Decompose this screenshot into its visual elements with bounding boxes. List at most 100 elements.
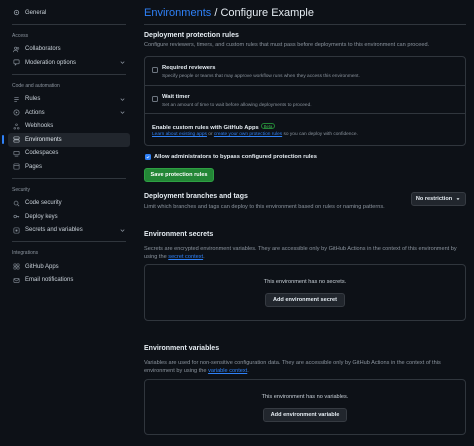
report-icon (12, 59, 20, 67)
chevron-down-icon (120, 228, 125, 232)
wait-timer-checkbox[interactable] (152, 96, 158, 102)
sidebar-item-actions[interactable]: Actions (8, 106, 130, 120)
sidebar-item-label: Webhooks (25, 123, 54, 130)
key-icon (12, 213, 20, 221)
variables-desc-part: Variables are used for non-sensitive con… (144, 360, 425, 366)
sidebar-divider (12, 73, 126, 75)
chevron-down-icon (120, 61, 125, 64)
deployment-branches-description: Limit which branches and tags can deploy… (144, 204, 385, 210)
sidebar-item-label: Code security (25, 200, 62, 207)
learn-apps-link[interactable]: Learn about existing apps (152, 132, 207, 137)
custom-rules-description: Learn about existing apps or create your… (152, 132, 358, 137)
secrets-empty-box: This environment has no secrets. Add env… (144, 264, 466, 321)
codescan-icon (12, 199, 20, 207)
custom-rules-tail: so you can deploy with confidence. (282, 132, 358, 137)
sidebar-item-code-security[interactable]: Code security (8, 197, 130, 211)
sidebar-section-access: Access (12, 32, 29, 39)
secret-context-link[interactable]: secret context (168, 254, 203, 260)
environment-secrets-heading: Environment secrets (144, 231, 214, 238)
server-icon (12, 136, 20, 144)
sidebar-section-security: Security (12, 186, 31, 193)
title-divider (144, 24, 466, 25)
apps-icon (12, 263, 20, 271)
sidebar-item-github-apps[interactable]: GitHub Apps (8, 260, 130, 274)
sidebar-item-email-notifications[interactable]: Email notifications (8, 274, 130, 288)
sidebar-item-environments[interactable]: Environments (2, 133, 130, 147)
variable-context-link[interactable]: variable context (208, 368, 247, 374)
save-protection-rules-button[interactable]: Save protection rules (144, 168, 214, 182)
sidebar-item-secrets-variables[interactable]: Secrets and variables (8, 224, 130, 238)
protection-rules-box: Required reviewers Specify people or tea… (144, 56, 466, 146)
sidebar-item-rules[interactable]: Rules (8, 93, 130, 107)
browser-icon (12, 163, 20, 171)
required-reviewers-row: Required reviewers Specify people or tea… (145, 57, 465, 85)
sidebar-item-label: Email notifications (25, 277, 74, 284)
wait-timer-description: Set an amount of time to wait before all… (162, 103, 312, 108)
sidebar-item-label: Codespaces (25, 150, 59, 157)
custom-rules-row: Enable custom rules with GitHub Apps Beta… (145, 113, 465, 145)
sidebar-item-general[interactable]: General (8, 6, 130, 20)
sidebar-item-label: Collaborators (25, 46, 61, 53)
required-reviewers-checkbox[interactable] (152, 67, 158, 73)
rules-icon (12, 95, 20, 103)
sidebar-item-label: GitHub Apps (25, 263, 59, 270)
page-title: Environments / Configure Example (144, 6, 314, 20)
create-rules-link[interactable]: create your own protection rules (214, 132, 282, 137)
asterisk-icon (12, 226, 20, 234)
webhook-icon (12, 122, 20, 130)
sidebar-section-code: Code and automation (12, 82, 60, 89)
environment-name: Configure Example (220, 7, 314, 19)
secrets-desc-part: Secrets are encrypted environment variab… (144, 246, 417, 252)
required-reviewers-description: Specify people or teams that may approve… (162, 74, 360, 79)
sidebar-item-webhooks[interactable]: Webhooks (8, 120, 130, 134)
add-environment-variable-button[interactable]: Add environment variable (263, 408, 347, 422)
play-circle-icon (12, 109, 20, 117)
sidebar-divider (12, 177, 126, 179)
people-icon (12, 45, 20, 53)
custom-rules-label: Enable custom rules with GitHub Apps Beta (152, 123, 276, 131)
sidebar-divider (12, 23, 126, 25)
add-environment-secret-button[interactable]: Add environment secret (265, 293, 345, 307)
admin-bypass-checkbox[interactable] (145, 154, 151, 160)
triangle-down-icon (456, 198, 460, 201)
environment-variables-description: Variables are used for non-sensitive con… (144, 359, 466, 375)
sidebar-section-integrations: Integrations (12, 250, 39, 256)
wait-timer-label: Wait timer (162, 94, 190, 100)
deployment-branches-heading: Deployment branches and tags (144, 193, 248, 200)
chevron-down-icon (120, 111, 125, 114)
variables-empty-box: This environment has no variables. Add e… (144, 379, 466, 435)
codespaces-icon (12, 149, 20, 157)
sidebar-item-label: Deploy keys (25, 213, 58, 220)
environment-secrets-description: Secrets are encrypted environment variab… (144, 245, 466, 261)
check-icon (146, 156, 150, 159)
protection-rules-heading: Deployment protection rules (144, 32, 239, 39)
variables-desc-end: . (247, 368, 249, 374)
beta-badge: Beta (260, 123, 276, 129)
sidebar-item-label: Pages (25, 163, 43, 170)
chevron-down-icon (120, 97, 125, 101)
secrets-desc-end: . (203, 254, 205, 260)
sidebar-item-codespaces[interactable]: Codespaces (8, 147, 130, 161)
mail-icon (12, 276, 20, 284)
settings-sidebar: General Access Collaborators Moderation … (0, 0, 136, 446)
protection-rules-description: Configure reviewers, timers, and custom … (144, 42, 430, 48)
sidebar-item-label: Environments (25, 136, 62, 143)
custom-rules-title: Enable custom rules with GitHub Apps (152, 125, 259, 131)
sidebar-item-label: Actions (25, 109, 45, 116)
breadcrumb-environments-link[interactable]: Environments (144, 7, 211, 19)
sidebar-item-label: Rules (25, 96, 41, 103)
sidebar-item-deploy-keys[interactable]: Deploy keys (8, 210, 130, 224)
sidebar-item-collaborators[interactable]: Collaborators (8, 43, 130, 57)
sidebar-item-pages[interactable]: Pages (8, 160, 130, 174)
sidebar-item-moderation[interactable]: Moderation options (8, 56, 130, 70)
environment-variables-heading: Environment variables (144, 345, 220, 352)
required-reviewers-label: Required reviewers (162, 65, 216, 71)
sidebar-item-label: Secrets and variables (25, 227, 83, 234)
custom-rules-or: or (206, 132, 214, 137)
wait-timer-row: Wait timer Set an amount of time to wait… (145, 85, 465, 113)
admin-bypass-label: Allow administrators to bypass configure… (154, 154, 317, 160)
sidebar-item-label: General (25, 9, 47, 16)
main-content: Environments / Configure Example Deploym… (144, 0, 466, 446)
sidebar-divider (12, 241, 126, 242)
branch-restriction-dropdown[interactable]: No restriction (411, 192, 466, 206)
